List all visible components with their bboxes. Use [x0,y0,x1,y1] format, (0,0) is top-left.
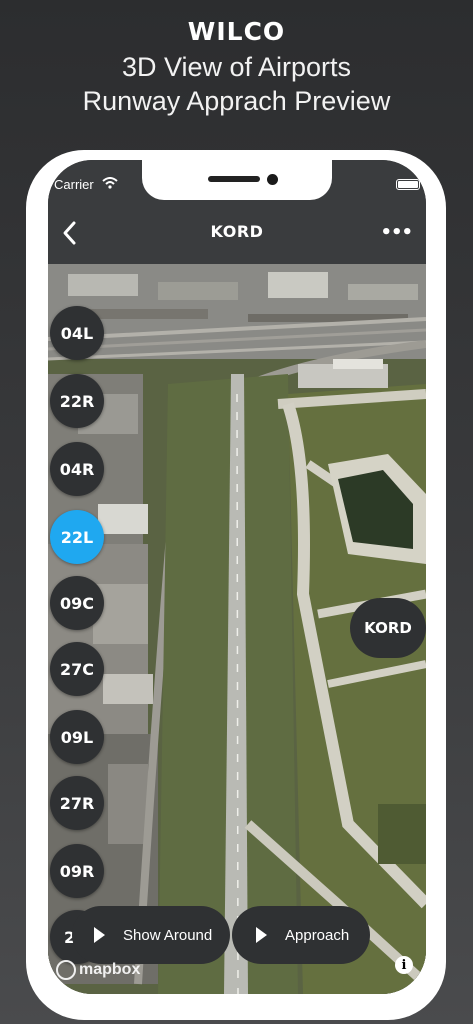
show-around-label: Show Around [123,926,213,944]
runway-button-27c[interactable]: 27C [50,642,104,696]
device-notch [142,160,332,200]
navigation-bar: KORD ••• [48,204,426,264]
more-options-icon[interactable]: ••• [380,222,413,243]
app-screen: Carrier KORD ••• 04L 22R 04R 22L 09C 27C… [48,160,426,994]
promo-subtitle-1: 3D View of Airports [121,52,352,82]
speaker-grille [208,176,260,182]
airport-chip[interactable]: KORD [350,598,426,658]
runway-button-09c[interactable]: 09C [50,576,104,630]
approach-label: Approach [285,926,350,944]
approach-button[interactable]: Approach [232,906,370,964]
mapbox-label: mapbox [79,961,141,978]
promo-subtitle-2: Runway Apprach Preview [82,86,391,116]
runway-button-22l[interactable]: 22L [50,510,104,564]
runway-button-27r[interactable]: 27R [50,776,104,830]
promo-title: WILCO [187,17,286,46]
battery-icon [396,179,420,190]
play-icon [256,927,267,943]
carrier-label: Carrier [54,177,94,192]
runway-button-04l[interactable]: 04L [50,306,104,360]
show-around-button[interactable]: Show Around [72,906,230,964]
mapbox-logo-icon [56,960,76,980]
runway-button-04r[interactable]: 04R [50,442,104,496]
wifi-icon [102,177,118,189]
runway-button-22r[interactable]: 22R [50,374,104,428]
page-title: KORD [210,222,264,241]
mapbox-attribution[interactable]: mapbox [56,960,140,980]
info-icon[interactable]: i [395,956,413,974]
runway-button-09r[interactable]: 09R [50,844,104,898]
promo-header: WILCO 3D View of Airports Runway Apprach… [0,14,473,118]
play-icon [94,927,105,943]
camera-dot [267,174,278,185]
runway-button-09l[interactable]: 09L [50,710,104,764]
